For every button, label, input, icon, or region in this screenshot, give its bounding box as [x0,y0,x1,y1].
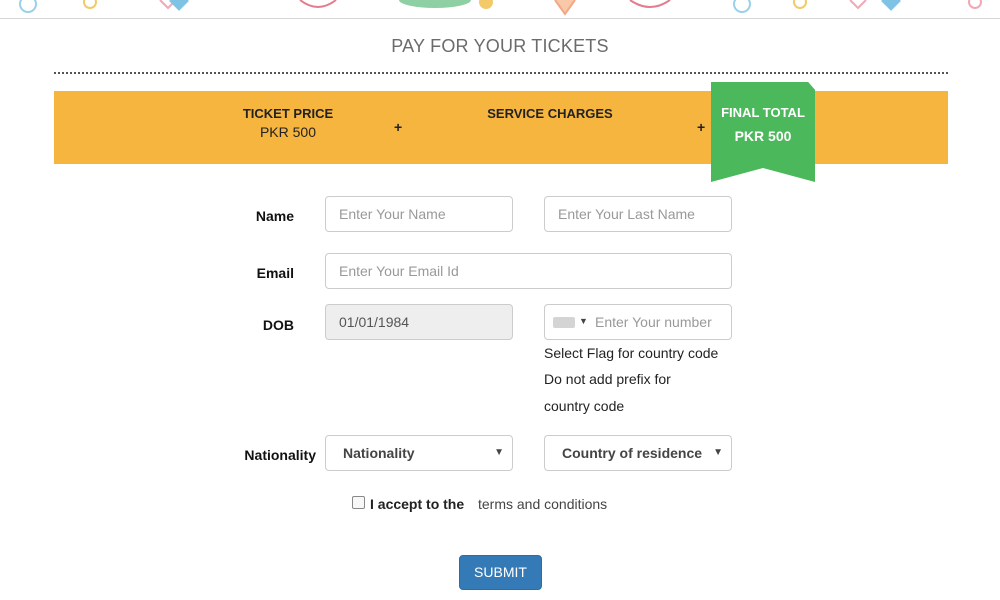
dotted-divider [54,72,948,74]
service-charges-block: SERVICE CHARGES [480,106,620,121]
phone-help-line-3: country code [544,398,625,414]
ticket-price-block: TICKET PRICE PKR 500 [234,106,342,140]
final-total-value: PKR 500 [734,128,792,144]
nationality-select-value: Nationality [343,445,415,461]
first-name-input[interactable] [325,196,513,232]
nationality-select[interactable]: Nationality ▼ [325,435,513,471]
submit-button[interactable]: SUBMIT [459,555,542,590]
terms-link[interactable]: terms and conditions [478,496,607,512]
plus-sign: + [697,119,706,135]
phone-help-line-1: Select Flag for country code [544,345,719,361]
terms-accept-text: I accept to the [370,496,465,512]
nationality-label: Nationality [244,447,316,463]
page-title: PAY FOR YOUR TICKETS [391,36,609,56]
final-total-ribbon: FINAL TOTAL PKR 500 [711,82,815,182]
decorative-header-banner [0,0,1000,19]
country-flag-dropdown[interactable]: ▼ [551,314,589,330]
phone-input[interactable] [595,305,729,339]
ticket-price-label: TICKET PRICE [242,106,334,121]
caret-down-icon: ▼ [494,447,504,458]
plus-sign: + [394,119,403,135]
flag-icon [553,317,575,328]
ticket-price-value: PKR 500 [259,124,317,140]
last-name-input[interactable] [544,196,732,232]
caret-down-icon: ▼ [713,447,723,458]
residence-select-value: Country of residence [562,445,702,461]
terms-checkbox[interactable] [352,496,365,509]
name-label: Name [255,208,294,224]
service-charges-label: SERVICE CHARGES [487,106,613,121]
dob-label: DOB [262,317,294,333]
phone-field: ▼ [544,304,732,340]
dob-input[interactable] [325,304,513,340]
email-label: Email [256,265,294,281]
caret-down-icon: ▼ [579,316,588,326]
email-input[interactable] [325,253,732,289]
phone-help-line-2: Do not add prefix for [544,371,671,387]
final-total-label: FINAL TOTAL [721,105,805,120]
country-of-residence-select[interactable]: Country of residence ▼ [544,435,732,471]
